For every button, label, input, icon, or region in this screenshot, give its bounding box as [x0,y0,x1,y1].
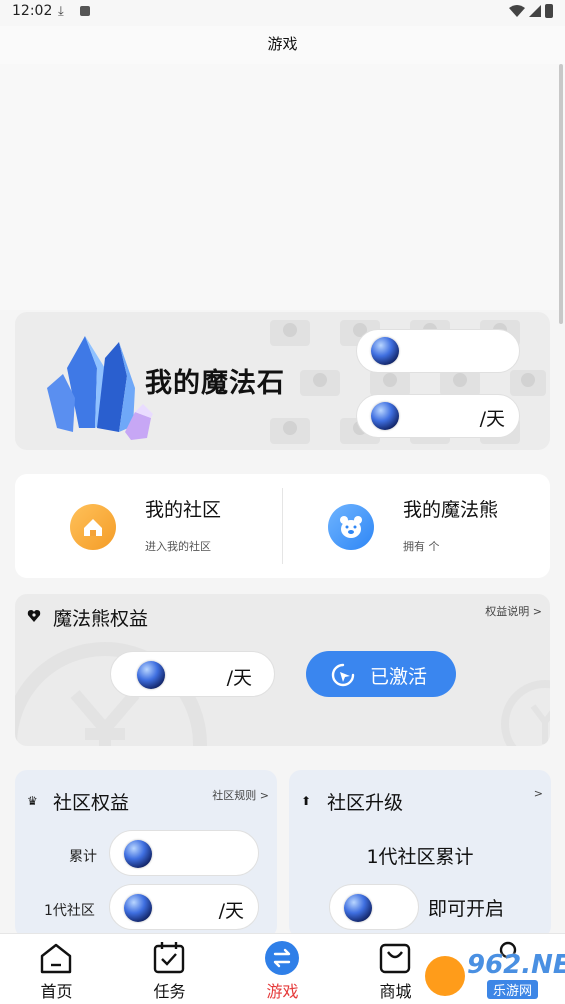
wifi-icon [509,5,525,17]
download-icon: ⤓ [58,4,64,19]
activated-label: 已激活 [370,666,428,688]
activated-button[interactable]: 已激活 [306,651,456,697]
magic-orb-icon [371,337,399,365]
tab-home[interactable]: 首页 [0,934,113,1004]
notification-icon [80,6,90,16]
cursor-click-icon [331,663,355,687]
watermark-logo-icon [425,956,465,996]
bear-rights-rate-unit: /天 [226,667,252,689]
community-upgrade-title: 社区升级 [327,792,404,814]
scrollbar[interactable] [559,64,563,324]
yen-coin-icon [501,680,550,746]
magic-orb-icon [371,402,399,430]
upgrade-requirement-text: 1代社区累计 [366,846,474,868]
community-rights-card: ♛ 社区权益 社区规则 > 累计 1代社区 /天 [15,770,277,938]
magic-orb-icon [344,894,372,922]
upgrade-open-text: 即可开启 [428,898,505,920]
my-community-subtitle: 进入我的社区 [145,540,211,553]
status-bar: 12:02 ⤓ [0,0,565,26]
bear-icon [328,504,374,550]
content-placeholder [0,64,565,310]
magic-stone-title: 我的魔法石 [145,368,285,399]
battery-icon [545,4,553,18]
magic-orb-icon [124,840,152,868]
crystal-icon [47,336,153,440]
home-icon [70,504,116,550]
heart-icon [27,610,41,622]
my-bear-subtitle: 拥有 个 [403,540,440,553]
community-rules-link[interactable]: 社区规则 > [212,787,269,803]
shopping-bag-icon [379,943,411,974]
magic-orb-icon [137,661,165,689]
watermark: 962.NET 乐游网 [425,948,565,1000]
divider [282,488,283,564]
gen1-rate-unit: /天 [218,900,244,922]
bear-rights-rate-pill: /天 [110,651,275,697]
community-upgrade-card: ⬆ 社区升级 > 1代社区累计 即可开启 [289,770,551,938]
magic-orb-icon [124,894,152,922]
tab-games-label: 游戏 [266,982,299,1001]
total-pill [109,830,259,876]
my-bear-title: 我的魔法熊 [403,499,499,521]
magic-stone-banner[interactable]: 我的魔法石 /天 [15,312,550,450]
upload-arrow-icon: ⬆ [301,794,312,808]
crown-icon: ♛ [27,794,38,808]
tab-tasks[interactable]: 任务 [113,934,226,1004]
signal-icon [529,5,541,17]
tab-games[interactable]: 游戏 [226,934,339,1004]
row-label-gen1: 1代社区 [44,903,95,919]
row-label-total: 累计 [69,849,97,865]
page-title: 游戏 [267,35,298,53]
rights-info-link[interactable]: 权益说明 > [485,603,542,619]
swap-icon [265,941,299,975]
bear-rights-card: 魔法熊权益 权益说明 > /天 已激活 [15,594,550,746]
magic-stone-rate-pill: /天 [356,394,520,438]
magic-stone-balance-pill [356,329,520,373]
community-upgrade-link[interactable]: > [534,787,543,800]
bear-rights-title: 魔法熊权益 [53,608,149,630]
upgrade-amount-pill [329,884,419,930]
status-time: 12:02 [12,3,53,19]
gen1-rate-pill: /天 [109,884,259,930]
calendar-check-icon [153,942,185,974]
tab-tasks-label: 任务 [153,982,186,1001]
community-rights-title: 社区权益 [53,792,130,814]
home-icon [40,943,72,974]
watermark-text: 962.NET [467,950,565,980]
my-community-title: 我的社区 [145,499,222,521]
watermark-subtext: 乐游网 [487,980,539,999]
header: 游戏 [0,26,565,64]
status-right [509,4,553,18]
magic-stone-rate-unit: /天 [479,408,505,430]
community-card: 我的社区 进入我的社区 我的魔法熊 拥有 个 [15,474,550,578]
tab-home-label: 首页 [40,982,73,1001]
